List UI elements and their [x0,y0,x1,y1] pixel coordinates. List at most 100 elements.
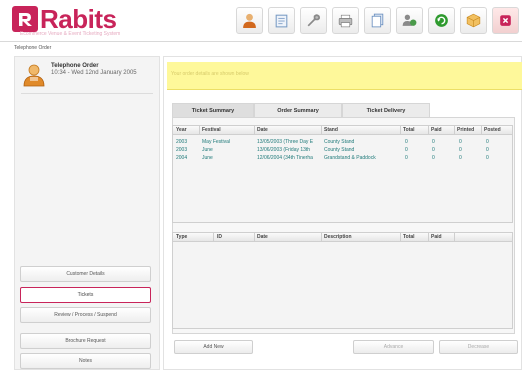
table-header: Year Festival Date Stand Total Paid Prin… [173,126,512,135]
main-toolbar [236,7,519,34]
cell-date: 13/05/2003 (Three Day E [257,139,314,145]
add-new-button[interactable]: Add New [174,340,253,354]
column-divider [254,126,255,135]
print-toolbar-button[interactable] [332,7,359,34]
column-divider [428,233,429,242]
column-header-date[interactable]: Date [257,234,268,240]
ticket-summary-table: Year Festival Date Stand Total Paid Prin… [172,125,513,223]
cell-posted: 0 [486,147,489,153]
column-divider [454,126,455,135]
column-header-stand[interactable]: Stand [324,127,338,133]
column-header-date[interactable]: Date [257,127,268,133]
tab-ticket-delivery[interactable]: Ticket Delivery [342,103,430,117]
cell-paid: 0 [432,139,435,145]
column-header-description[interactable]: Description [324,234,352,240]
notice-text: Your order details are shown below [171,71,249,77]
cell-stand: County Stand [324,147,355,153]
order-title: Telephone Order [51,63,99,69]
column-divider [321,233,322,242]
cell-paid: 0 [432,155,435,161]
users-icon [402,14,417,26]
cell-total: 0 [405,139,408,145]
pages-toolbar-button[interactable] [364,7,391,34]
tab-order-summary[interactable]: Order Summary [254,103,342,117]
cell-printed: 0 [459,139,462,145]
cell-festival: June [202,155,213,161]
exit-icon [500,15,511,26]
customer-toolbar-button[interactable] [236,7,263,34]
cell-stand: County Stand [324,139,355,145]
cell-festival: June [202,147,213,153]
operator-avatar-icon [23,64,45,87]
tickets-button[interactable]: Tickets [20,287,151,303]
cell-printed: 0 [459,147,462,153]
column-header-paid[interactable]: Paid [431,234,442,240]
column-header-total[interactable]: Total [403,234,415,240]
decrease-button[interactable]: Decrease [439,340,518,354]
column-header-total[interactable]: Total [403,127,415,133]
cell-date: 12/06/2004 (34th Tinerha [257,155,313,161]
advance-button[interactable]: Advance [353,340,434,354]
column-divider [199,126,200,135]
review-process-suspend-button[interactable]: Review / Process / Suspend [20,307,151,323]
column-divider [481,126,482,135]
cell-year: 2003 [176,147,188,153]
cell-posted: 0 [486,155,489,161]
users-toolbar-button[interactable] [396,7,423,34]
tools-toolbar-button[interactable] [300,7,327,34]
table-row[interactable]: 2003 June 13/06/2003 (Friday 13th County… [173,146,512,154]
header-divider [0,41,522,42]
column-divider [454,233,455,242]
cell-total: 0 [405,147,408,153]
cell-posted: 0 [486,139,489,145]
ticket-detail-table: Type ID Date Description Total Paid [172,232,513,329]
cell-paid: 0 [432,147,435,153]
table-row[interactable]: 2004 June 12/06/2004 (34th Tinerha Grand… [173,154,512,162]
document-toolbar-button[interactable] [268,7,295,34]
cell-year: 2004 [176,155,188,161]
print-icon [338,14,353,28]
tools-icon [307,14,321,27]
cell-printed: 0 [459,155,462,161]
app-tagline: Ecommerce Venue & Event Ticketing System [20,31,121,37]
breadcrumb: Telephone Order [14,45,52,51]
column-divider [213,233,214,242]
notice-bar: Your order details are shown below [167,62,522,90]
column-header-festival[interactable]: Festival [202,127,221,133]
tab-ticket-summary[interactable]: Ticket Summary [172,103,254,117]
column-header-posted[interactable]: Posted [484,127,501,133]
column-header-printed[interactable]: Printed [457,127,474,133]
cell-festival: May Festival [202,139,231,145]
column-header-type[interactable]: Type [176,234,187,240]
column-header-paid[interactable]: Paid [431,127,442,133]
refresh-toolbar-button[interactable] [428,7,455,34]
pages-icon [371,13,384,28]
table-header: Type ID Date Description Total Paid [173,233,512,242]
column-divider [321,126,322,135]
box-icon [466,13,481,28]
box-toolbar-button[interactable] [460,7,487,34]
cell-year: 2003 [176,139,188,145]
app-header: Rabits Ecommerce Venue & Event Ticketing… [0,0,522,40]
column-header-year[interactable]: Year [176,127,187,133]
column-header-id[interactable]: ID [217,234,222,240]
rabits-logo-icon [12,6,38,32]
customer-details-button[interactable]: Customer Details [20,266,151,282]
cell-stand: Grandstand & Paddock [324,155,376,161]
exit-toolbar-button[interactable] [492,7,519,34]
cell-total: 0 [405,155,408,161]
customer-icon [243,13,256,28]
refresh-icon [435,14,448,27]
column-divider [428,126,429,135]
order-datetime: 10:34 - Wed 12nd January 2005 [51,70,137,76]
column-divider [254,233,255,242]
detail-tabs: Ticket Summary Order Summary Ticket Deli… [172,103,430,117]
column-divider [400,126,401,135]
column-divider [400,233,401,242]
notes-button[interactable]: Notes [20,353,151,369]
document-icon [275,14,288,28]
brochure-request-button[interactable]: Brochure Request [20,333,151,349]
table-row[interactable]: 2003 May Festival 13/05/2003 (Three Day … [173,138,512,146]
sidebar-divider [21,93,153,94]
cell-date: 13/06/2003 (Friday 13th [257,147,311,153]
